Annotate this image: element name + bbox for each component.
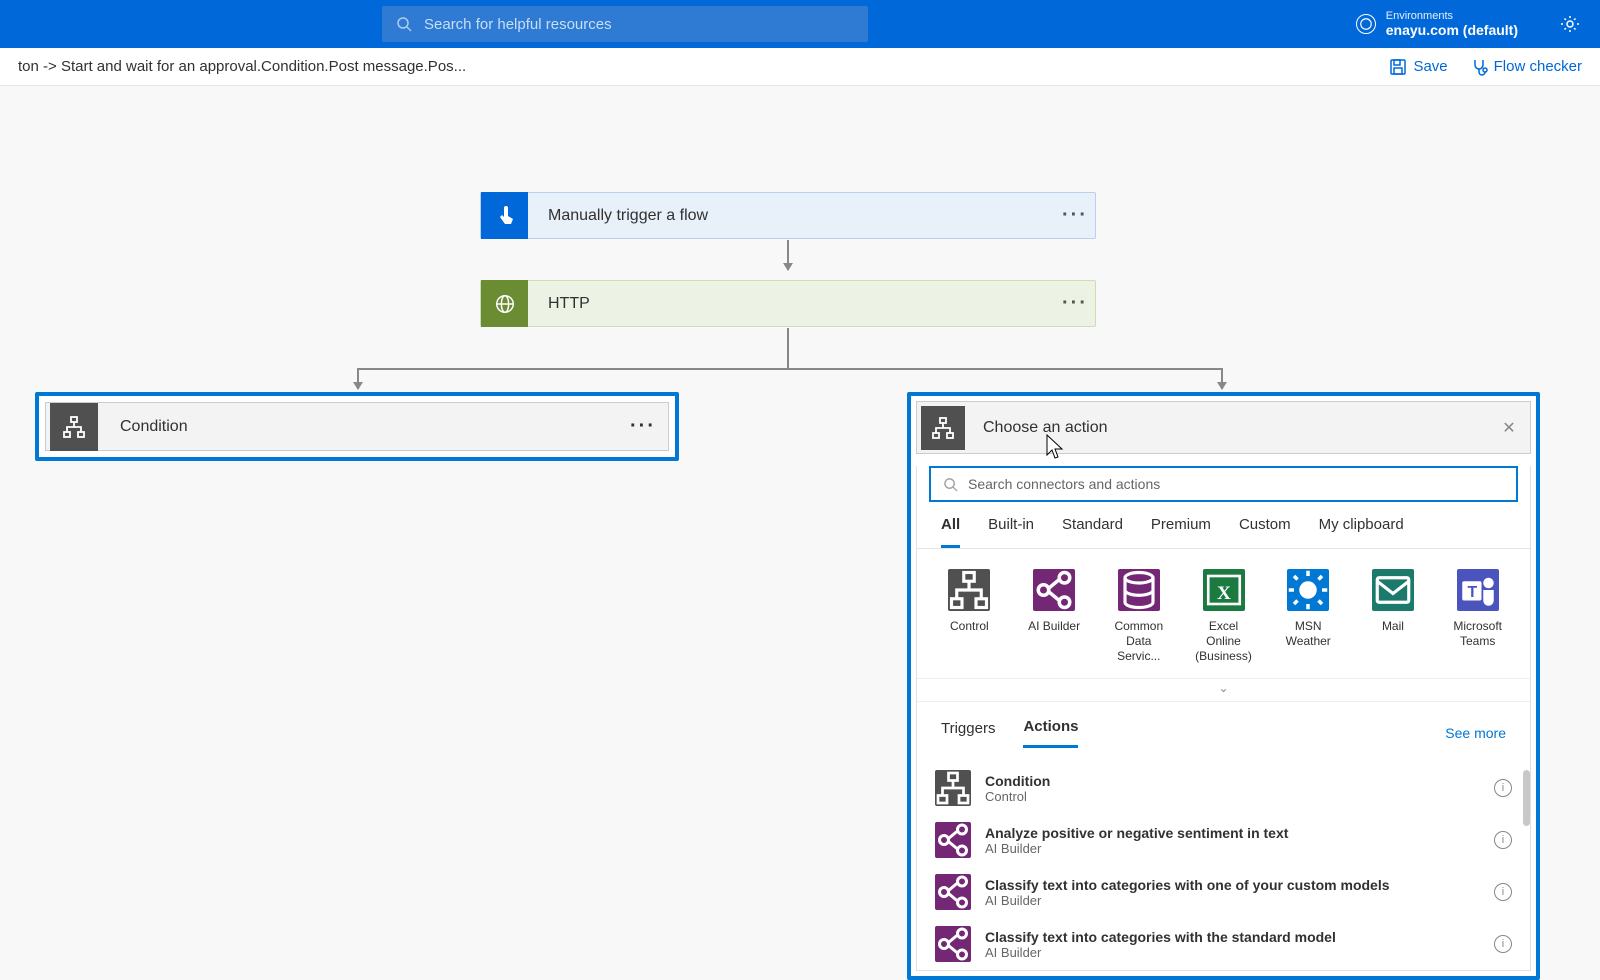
step-http-title: HTTP [548, 295, 1055, 313]
control-icon [948, 569, 990, 611]
tab-actions[interactable]: Actions [1023, 718, 1078, 748]
share-icon [935, 926, 971, 962]
action-row[interactable]: Analyze positive or negative sentiment i… [929, 814, 1518, 866]
branch-connector [357, 368, 1223, 370]
tab-custom[interactable]: Custom [1239, 516, 1291, 548]
environment-picker[interactable]: Environments enayu.com (default) [1356, 10, 1580, 38]
action-row[interactable]: ConditionControli [929, 762, 1518, 814]
control-icon [921, 406, 965, 450]
choose-action-panel: Choose an action ✕ Search connectors and… [907, 392, 1540, 980]
condition-container: Condition ··· [35, 392, 679, 461]
see-more-link[interactable]: See more [1445, 725, 1506, 741]
search-icon [396, 16, 412, 32]
settings-icon[interactable] [1560, 14, 1580, 34]
tab-triggers[interactable]: Triggers [941, 720, 995, 747]
sun-icon [1287, 569, 1329, 611]
tab-my-clipboard[interactable]: My clipboard [1319, 516, 1404, 548]
info-icon[interactable]: i [1494, 883, 1512, 901]
db-icon [1118, 569, 1160, 611]
panel-title: Choose an action [983, 419, 1492, 437]
condition-title: Condition [120, 418, 618, 436]
touch-icon [481, 192, 528, 239]
stethoscope-icon [1470, 58, 1488, 76]
share-icon [935, 822, 971, 858]
svg-text:T: T [1467, 584, 1477, 601]
breadcrumb: ton -> Start and wait for an approval.Co… [18, 58, 466, 75]
step-trigger-title: Manually trigger a flow [548, 207, 1055, 225]
connector-ai-builder[interactable]: AI Builder [1026, 569, 1083, 664]
share-icon [1033, 569, 1075, 611]
close-panel-button[interactable]: ✕ [1492, 418, 1526, 438]
environment-label: Environments [1386, 10, 1518, 22]
connector-excel-online-business-[interactable]: XExcel Online (Business) [1195, 569, 1252, 664]
connector-microsoft-teams[interactable]: TMicrosoft Teams [1449, 569, 1506, 664]
environment-icon [1356, 14, 1376, 34]
step-http-more[interactable]: ··· [1055, 292, 1095, 315]
svg-text:X: X [1217, 583, 1231, 604]
mail-icon [1372, 569, 1414, 611]
condition-more[interactable]: ··· [618, 415, 668, 438]
share-icon [935, 874, 971, 910]
connector-control[interactable]: Control [941, 569, 998, 664]
xl-icon: X [1203, 569, 1245, 611]
panel-header: Choose an action ✕ [916, 401, 1531, 454]
scrollbar-thumb[interactable] [1523, 770, 1530, 826]
environment-value: enayu.com (default) [1386, 22, 1518, 38]
search-placeholder: Search for helpful resources [424, 16, 612, 33]
connector-arrow [787, 240, 789, 270]
action-row[interactable]: Classify text into categories with the s… [929, 918, 1518, 970]
flow-checker-button[interactable]: Flow checker [1470, 58, 1582, 76]
search-icon [943, 477, 958, 492]
condition-icon [50, 403, 98, 451]
globe-icon [481, 280, 528, 327]
branch-arrow-right [1221, 369, 1223, 389]
info-icon[interactable]: i [1494, 935, 1512, 953]
global-search[interactable]: Search for helpful resources [382, 6, 868, 42]
connector-common-data-servic-[interactable]: Common Data Servic... [1110, 569, 1167, 664]
connector-mail[interactable]: Mail [1365, 569, 1422, 664]
action-search-input[interactable]: Search connectors and actions [929, 466, 1518, 502]
info-icon[interactable]: i [1494, 831, 1512, 849]
connector-msn-weather[interactable]: MSN Weather [1280, 569, 1337, 664]
info-icon[interactable]: i [1494, 779, 1512, 797]
save-icon [1389, 58, 1407, 76]
flow-step-trigger[interactable]: Manually trigger a flow ··· [480, 192, 1096, 239]
flow-step-http[interactable]: HTTP ··· [480, 280, 1096, 327]
branch-connector [787, 328, 789, 368]
tab-standard[interactable]: Standard [1062, 516, 1123, 548]
branch-arrow-left [357, 369, 359, 389]
action-row[interactable]: Classify text into categories with one o… [929, 866, 1518, 918]
tab-built-in[interactable]: Built-in [988, 516, 1034, 548]
step-trigger-more[interactable]: ··· [1055, 204, 1095, 227]
connector-tabs: All Built-in Standard Premium Custom My clipb… [917, 512, 1530, 549]
teams-icon: T [1457, 569, 1499, 611]
tab-premium[interactable]: Premium [1151, 516, 1211, 548]
expand-connectors[interactable]: ⌄ [917, 679, 1530, 702]
save-button[interactable]: Save [1389, 58, 1447, 76]
flow-step-condition[interactable]: Condition ··· [45, 402, 669, 451]
control-icon [935, 770, 971, 806]
action-search-placeholder: Search connectors and actions [968, 476, 1160, 492]
tab-all[interactable]: All [941, 516, 960, 548]
